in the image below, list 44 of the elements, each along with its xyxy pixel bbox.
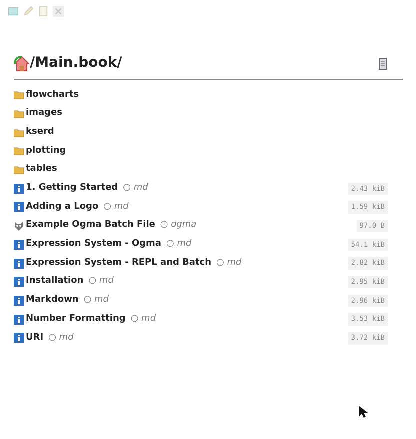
file-type: ○ md	[130, 312, 156, 326]
info-icon	[14, 202, 24, 212]
cursor-icon	[359, 406, 368, 418]
folder-link[interactable]: plotting	[26, 144, 66, 158]
file-link[interactable]: Expression System - REPL and Batch	[26, 256, 212, 270]
image-icon[interactable]	[8, 6, 19, 17]
file-link[interactable]: Markdown	[26, 294, 79, 308]
file-link[interactable]: 1. Getting Started	[26, 182, 118, 196]
info-icon	[14, 314, 24, 325]
folder-link[interactable]: tables	[26, 163, 58, 177]
file-type: ○ md	[123, 182, 148, 196]
folder-icon	[14, 128, 24, 138]
file-link[interactable]: Adding a Logo	[26, 200, 99, 214]
file-type: ○ md	[104, 200, 129, 214]
folder-link[interactable]: kserd	[26, 126, 54, 140]
folder-link[interactable]: images	[26, 107, 62, 121]
file-type: ○ md	[84, 294, 110, 308]
file-type: ○ ogma	[160, 219, 197, 232]
folder-icon	[14, 146, 24, 156]
file-type: ○ md	[88, 275, 114, 288]
info-icon	[14, 184, 24, 194]
folder-link[interactable]: flowcharts	[26, 88, 80, 102]
info-icon	[14, 240, 24, 250]
file-type: ○ md	[166, 238, 192, 252]
info-icon	[14, 277, 24, 288]
file-link[interactable]: URI	[26, 332, 44, 346]
home-icon	[14, 56, 30, 72]
file-type: ○ md	[216, 256, 242, 270]
path-title: /Main.book/	[30, 54, 122, 73]
document-icon[interactable]	[38, 6, 49, 17]
device-icon[interactable]	[379, 58, 387, 70]
file-link[interactable]: Expression System - Ogma	[26, 238, 162, 252]
animal-face-icon	[14, 221, 24, 232]
file-link[interactable]: Example Ogma Batch File	[26, 219, 156, 233]
file-type: ○ md	[48, 332, 74, 345]
info-icon	[14, 258, 24, 269]
file-link[interactable]: Installation	[26, 275, 84, 289]
file-link[interactable]: Number Formatting	[26, 312, 126, 326]
folder-icon	[14, 165, 24, 176]
folder-icon	[14, 109, 24, 120]
folder-icon	[14, 90, 24, 100]
info-icon	[14, 333, 24, 344]
pencil-icon[interactable]	[23, 6, 34, 17]
info-icon	[14, 296, 24, 306]
